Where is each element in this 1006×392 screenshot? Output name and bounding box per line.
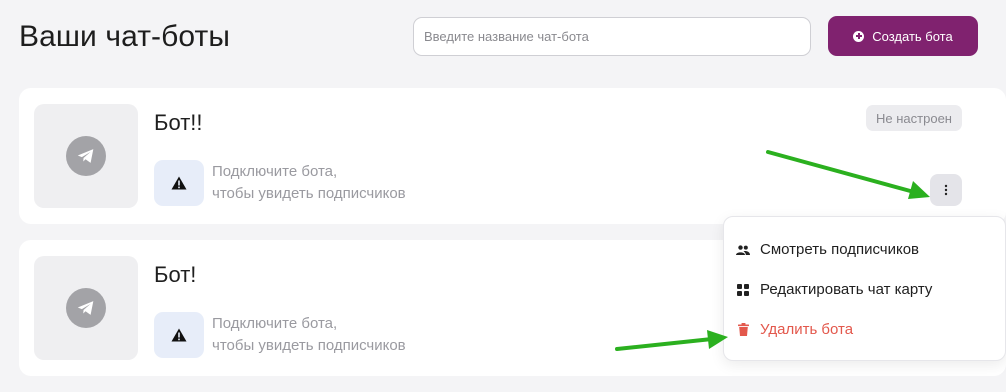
connect-hint: Подключите бота, чтобы увидеть подписчик… xyxy=(212,161,406,205)
connect-hint: Подключите бота, чтобы увидеть подписчик… xyxy=(212,313,406,357)
menu-item-edit-chat-map[interactable]: Редактировать чат карту xyxy=(736,281,932,298)
more-options-button[interactable] xyxy=(930,174,962,206)
menu-item-label: Редактировать чат карту xyxy=(760,281,933,298)
trash-icon xyxy=(736,323,750,337)
connect-hint-line1: Подключите бота, xyxy=(212,163,338,180)
connect-hint-line2: чтобы увидеть подписчиков xyxy=(212,185,406,202)
connect-hint-line2: чтобы увидеть подписчиков xyxy=(212,337,406,354)
telegram-icon xyxy=(66,288,106,328)
search-input[interactable] xyxy=(413,17,811,56)
menu-item-view-subscribers[interactable]: Смотреть подписчиков xyxy=(736,241,919,258)
more-vertical-icon xyxy=(944,184,948,196)
menu-item-label: Удалить бота xyxy=(760,321,854,338)
bot-avatar xyxy=(34,104,138,208)
warning-box xyxy=(154,160,204,206)
bot-avatar xyxy=(34,256,138,360)
warning-box xyxy=(154,312,204,358)
bot-name: Бот!! xyxy=(154,110,203,135)
menu-item-label: Смотреть подписчиков xyxy=(760,241,920,258)
connect-hint-line1: Подключите бота, xyxy=(212,315,338,332)
warning-icon xyxy=(171,328,187,342)
create-bot-button[interactable]: Создать бота xyxy=(828,16,978,56)
create-bot-label: Создать бота xyxy=(872,28,953,44)
bot-card[interactable]: Бот!! Подключите бота, чтобы увидеть под… xyxy=(19,88,1006,224)
page-title: Ваши чат-боты xyxy=(19,20,231,53)
status-badge: Не настроен xyxy=(866,105,962,131)
menu-item-delete-bot[interactable]: Удалить бота xyxy=(736,321,853,338)
grid-icon xyxy=(736,283,750,297)
bot-name: Бот! xyxy=(154,262,197,287)
context-menu: Смотреть подписчиков Редактировать чат к… xyxy=(723,216,1006,361)
telegram-icon xyxy=(66,136,106,176)
people-icon xyxy=(736,243,750,257)
plus-circle-icon xyxy=(853,30,865,42)
warning-icon xyxy=(171,176,187,190)
